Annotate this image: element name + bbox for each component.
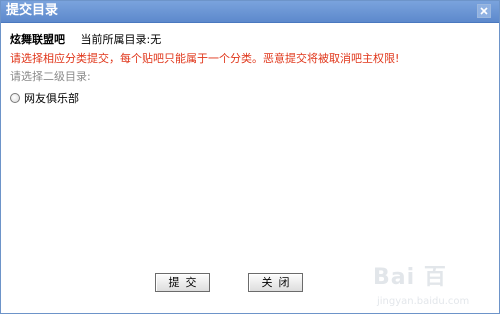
option-label: 网友俱乐部 — [24, 91, 79, 105]
warning-message: 请选择相应分类提交，每个贴吧只能属于一个分类。恶意提交将被取消吧主权限! — [10, 52, 400, 65]
submit-button[interactable]: 提交 — [155, 273, 210, 292]
close-window-button[interactable] — [477, 4, 491, 18]
submit-directory-dialog: 提交目录 炫舞联盟吧 当前所属目录:无 请选择相应分类提交，每个贴吧只能属于一个… — [0, 0, 500, 314]
watermark: Bai 百 jingyan.baidu.com — [373, 249, 493, 309]
close-button[interactable]: 关闭 — [248, 273, 303, 292]
current-directory: 当前所属目录:无 — [80, 33, 162, 46]
dialog-content: 炫舞联盟吧 当前所属目录:无 请选择相应分类提交，每个贴吧只能属于一个分类。恶意… — [10, 33, 490, 105]
option-netfriend-club[interactable]: 网友俱乐部 — [10, 90, 490, 105]
forum-name: 炫舞联盟吧 — [10, 33, 65, 46]
title-bar[interactable]: 提交目录 — [1, 1, 499, 23]
watermark-brand: Bai 百 — [373, 265, 447, 290]
dialog-title: 提交目录 — [6, 3, 59, 18]
close-icon — [480, 7, 488, 15]
forum-info: 炫舞联盟吧 当前所属目录:无 — [10, 33, 490, 47]
radio-button[interactable] — [10, 92, 20, 103]
subcategory-prompt: 请选择二级目录: — [10, 70, 91, 83]
watermark-url: jingyan.baidu.com — [377, 296, 470, 307]
